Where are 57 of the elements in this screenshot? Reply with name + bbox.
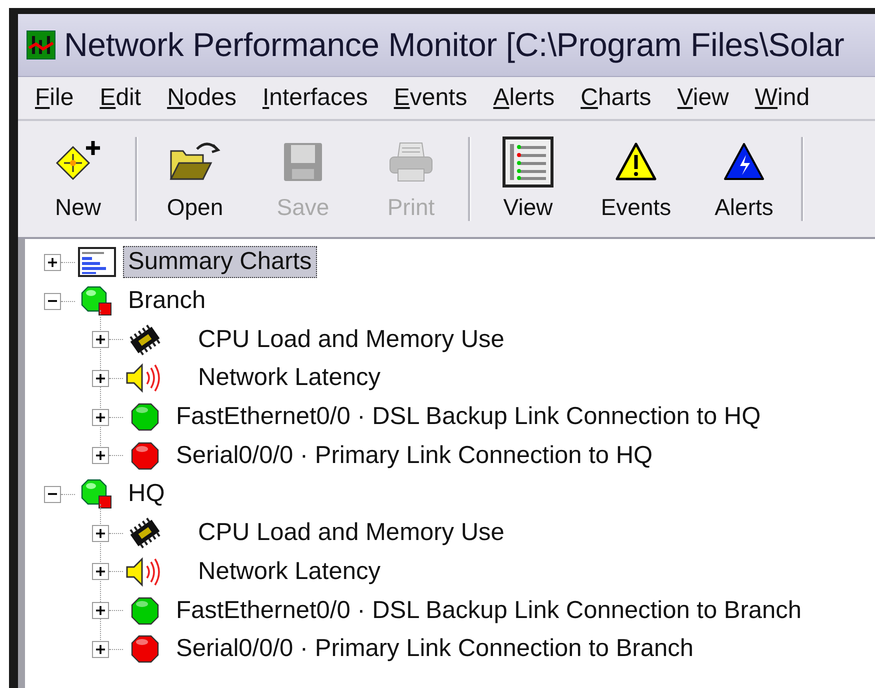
tree-item[interactable]: CPU Load and Memory Use (193, 517, 510, 550)
tree-item[interactable]: CPU Load and Memory Use (193, 324, 510, 356)
menu-item[interactable]: View (664, 84, 742, 112)
menu-item[interactable]: Interfaces (249, 84, 381, 112)
tree-item[interactable]: FastEthernet0/0 · DSL Backup Link Connection to HQ (171, 401, 766, 434)
menu-item[interactable]: Alerts (480, 84, 568, 112)
menu-item[interactable]: Nodes (154, 84, 250, 112)
alerts-button[interactable]: Alerts (690, 129, 798, 229)
tree-item[interactable]: FastEthernet0/0 · DSL Backup Link Connection to Branch (171, 594, 807, 627)
expand-button[interactable] (92, 370, 109, 387)
expand-button[interactable] (92, 563, 109, 580)
lightning-triangle-icon (722, 141, 766, 183)
menu-item[interactable]: Events (380, 84, 480, 112)
app-icon (26, 30, 56, 60)
plus-icon (96, 374, 105, 383)
tree-item[interactable]: Branch (123, 285, 211, 318)
expand-button[interactable] (92, 602, 109, 620)
plus-icon (96, 412, 105, 422)
tree-item[interactable]: Network Latency (193, 556, 386, 588)
view-button[interactable]: View (474, 129, 582, 229)
expand-button[interactable] (92, 331, 109, 348)
chip-icon (127, 517, 163, 550)
plus-icon (96, 567, 105, 576)
expand-button[interactable] (92, 524, 109, 542)
tree-item[interactable]: HQ (123, 478, 170, 510)
plus-icon (96, 528, 105, 538)
minus-icon (48, 493, 57, 496)
plus-icon (96, 335, 105, 344)
tree-item[interactable]: Network Latency (193, 362, 386, 394)
tree-item[interactable]: Summary Charts (123, 246, 317, 278)
collapse-button[interactable] (44, 292, 61, 310)
menu-item[interactable]: File (22, 84, 87, 112)
plus-icon (96, 606, 105, 616)
minus-icon (48, 300, 57, 302)
expand-button[interactable] (92, 408, 109, 426)
plus-icon (96, 451, 105, 460)
menu-item[interactable]: Edit (86, 84, 154, 112)
tree-item[interactable]: Serial0/0/0 · Primary Link Connection to Branch (171, 633, 698, 666)
chip-icon (127, 324, 163, 356)
expand-button[interactable] (92, 447, 109, 464)
expand-button[interactable] (92, 640, 109, 658)
chart-window-icon (78, 247, 116, 278)
events-button[interactable]: Events (582, 129, 690, 229)
list-icon (502, 136, 554, 188)
collapse-button[interactable] (44, 486, 61, 503)
window-title: Network Performance Monitor [C:\Program Files\Solar (64, 26, 844, 64)
menu-item[interactable]: Wind (742, 84, 823, 112)
expand-button[interactable] (44, 254, 61, 271)
tree-item[interactable]: Serial0/0/0 · Primary Link Connection to HQ (171, 440, 658, 472)
plus-icon (48, 258, 57, 267)
new-button[interactable]: New (24, 129, 132, 229)
plus-icon (96, 644, 105, 654)
node-status-icon (80, 285, 114, 318)
open-button[interactable]: Open (141, 129, 249, 229)
warning-icon (614, 141, 658, 183)
node-status-icon (80, 478, 114, 510)
menu-item[interactable]: Charts (568, 84, 664, 112)
